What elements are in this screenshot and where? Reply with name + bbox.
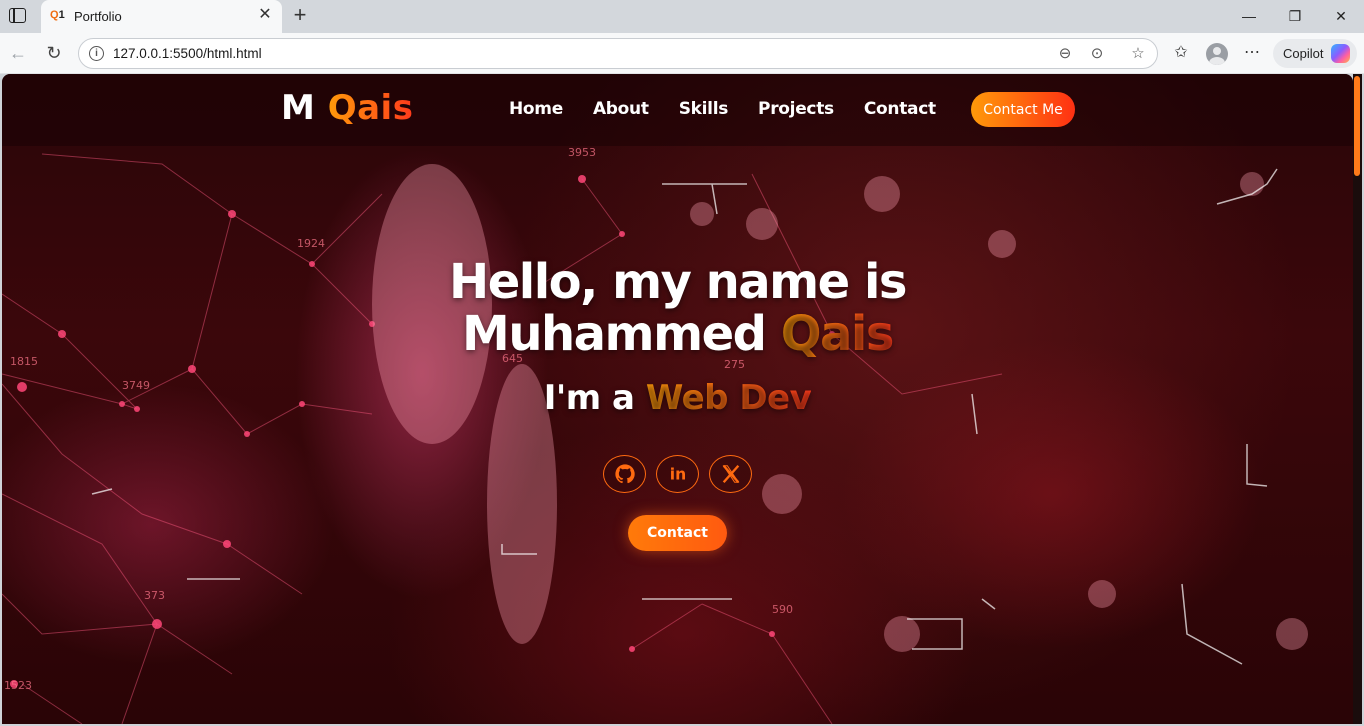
restore-icon[interactable]: ❐: [1284, 5, 1306, 27]
hero-line1: Hello, my name is: [449, 254, 907, 310]
github-icon[interactable]: [603, 455, 646, 493]
page-scrollbar[interactable]: [1353, 74, 1362, 724]
back-icon[interactable]: ←: [7, 42, 29, 64]
zoom-out-icon[interactable]: ⊖: [1055, 44, 1075, 64]
more-tools-icon[interactable]: ⊙: [1087, 44, 1107, 64]
hero-heading: Hello, my name is Muhammed Qais: [2, 256, 1353, 360]
address-bar-row: ← ↻ i 127.0.0.1:5500/html.html ⊖ ⊙ ☆ ✩ ⋯…: [0, 33, 1364, 74]
favorites-icon[interactable]: ✩: [1170, 42, 1192, 64]
scrollbar-thumb[interactable]: [1354, 76, 1360, 176]
hero-name-accent: Qais: [780, 306, 895, 362]
menu-more-icon[interactable]: ⋯: [1241, 42, 1263, 64]
hero-section: Hello, my name is Muhammed Qais I'm a We…: [2, 74, 1353, 724]
social-links: in: [603, 455, 752, 493]
new-tab-icon[interactable]: +: [289, 4, 311, 26]
address-bar[interactable]: i 127.0.0.1:5500/html.html ⊖ ⊙ ☆: [78, 38, 1158, 69]
hero-contact-button[interactable]: Contact: [628, 515, 727, 551]
browser-tabbar: Q1 Portfolio ✕ + — ❐ ✕: [0, 0, 1364, 33]
close-tab-icon[interactable]: ✕: [256, 6, 274, 24]
url-text[interactable]: 127.0.0.1:5500/html.html: [113, 46, 262, 61]
reload-icon[interactable]: ↻: [43, 42, 65, 64]
browser-tab[interactable]: Q1 Portfolio ✕: [41, 0, 282, 33]
copilot-logo-icon: [1331, 44, 1350, 63]
copilot-button[interactable]: Copilot: [1273, 39, 1357, 68]
linkedin-icon[interactable]: in: [656, 455, 699, 493]
role-accent: Web Dev: [645, 378, 812, 418]
site-info-icon[interactable]: i: [89, 46, 104, 61]
minimize-icon[interactable]: —: [1238, 5, 1260, 27]
profile-avatar[interactable]: [1206, 43, 1228, 65]
site-favicon-icon: Q1: [50, 9, 65, 21]
tab-actions-icon[interactable]: [9, 8, 26, 23]
window-close-icon[interactable]: ✕: [1330, 5, 1352, 27]
svg-text:in: in: [669, 466, 685, 484]
page-viewport: 3953 1924 1815 3749 373 1523 645 275 590…: [2, 74, 1353, 724]
role-prefix: I'm a: [543, 378, 635, 418]
favorite-star-icon[interactable]: ☆: [1128, 44, 1148, 64]
copilot-label: Copilot: [1283, 46, 1324, 61]
hero-role: I'm a Web Dev: [2, 378, 1353, 418]
x-icon[interactable]: [709, 455, 752, 493]
tab-title: Portfolio: [74, 9, 122, 24]
hero-name: Muhammed: [462, 306, 767, 362]
